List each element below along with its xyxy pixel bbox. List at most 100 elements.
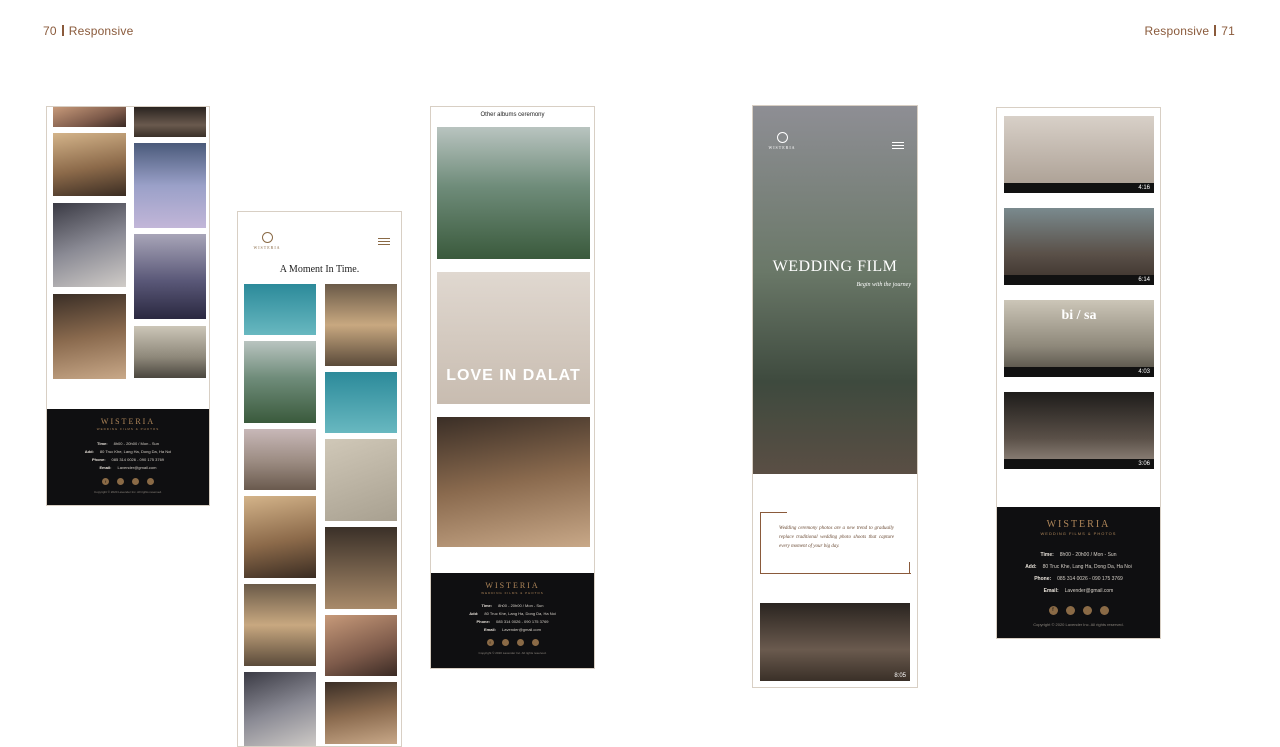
album-photo[interactable]: LOVE IN DALAT <box>437 272 590 404</box>
footer-phone: 085 314 0026 - 090 175 3769 <box>1057 576 1123 582</box>
facebook-icon[interactable]: f <box>1048 606 1058 615</box>
footer-brand: WISTERIA <box>485 581 540 590</box>
footer-brand: WISTERIA <box>100 417 156 426</box>
hamburger-menu-icon[interactable] <box>378 238 390 246</box>
section-heading: Other albums ceremony <box>480 112 545 118</box>
instagram-icon[interactable] <box>501 639 509 646</box>
video-overlay-title: bi / sa <box>1061 308 1097 323</box>
footer-tagline: WEDDING FILMS & PHOTOS <box>481 591 544 595</box>
mobile-mockup-gallery: WISTERIA WEDDING FILMS & PHOTOS Time: 8h0… <box>46 106 210 506</box>
gallery-photo[interactable] <box>53 203 126 287</box>
footer-time-label: Time: <box>97 441 108 446</box>
footer-phone-label: Phone: <box>91 457 106 462</box>
gallery-photo[interactable] <box>244 429 316 490</box>
footer-add-label: Add: <box>84 449 94 454</box>
footer-email: Lavender@gmail.com <box>117 465 157 470</box>
footer-address: 80 Truc Khe, Lang Ha, Dong Da, Ha Noi <box>484 611 556 616</box>
gallery-photo[interactable] <box>325 682 397 744</box>
album-photo[interactable] <box>437 127 590 259</box>
footer-copyright: Copyright © 2020 Lavender Inc. All right… <box>94 490 162 494</box>
footer-copyright: Copyright © 2020 Lavender Inc. All right… <box>1033 622 1124 627</box>
footer-time: 8h00 - 20h00 / Mon - Sun <box>113 441 159 446</box>
pinterest-icon[interactable] <box>1099 606 1109 615</box>
album-photo[interactable] <box>437 417 590 547</box>
hero-script: Begin with the journey <box>856 282 912 288</box>
gallery-photo[interactable] <box>134 234 206 319</box>
quote-box: Wedding ceremony photos are a new trend … <box>760 512 911 574</box>
video-thumbnail[interactable]: 6:14 <box>1004 208 1154 285</box>
footer-phone: 085 314 0026 - 090 175 3769 <box>111 457 165 462</box>
gallery-photo[interactable] <box>134 143 206 228</box>
footer-email: Lavender@gmail.com <box>1064 588 1114 594</box>
gallery-photo[interactable] <box>53 294 126 379</box>
logo-mark-icon <box>776 132 788 143</box>
footer-email-label: Email: <box>99 465 112 470</box>
album-overlay-title: LOVE IN DALAT <box>446 367 581 384</box>
footer-brand: WISTERIA <box>1046 519 1111 530</box>
video-duration: 6:14 <box>1138 277 1150 283</box>
site-footer: WISTERIA WEDDING FILMS & PHOTOS Time: 8h0… <box>47 409 209 505</box>
logo-text: WISTERIA <box>253 245 281 250</box>
gallery-photo[interactable] <box>53 107 126 127</box>
section-heading: A Moment In Time. <box>279 264 360 275</box>
footer-tagline: WEDDING FILMS & PHOTOS <box>1040 531 1117 536</box>
video-thumbnail[interactable]: 3:06 <box>1004 392 1154 469</box>
footer-address: 80 Truc Khe, Lang Ha, Dong Da, Ha Noi <box>1042 564 1132 570</box>
video-thumbnail[interactable]: 4:16 <box>1004 116 1154 193</box>
gallery-photo[interactable] <box>325 527 397 609</box>
gallery-photo[interactable] <box>325 372 397 433</box>
logo-mark-icon <box>261 232 273 243</box>
instagram-icon[interactable] <box>117 478 124 485</box>
footer-tagline: WEDDING FILMS & PHOTOS <box>96 427 160 431</box>
gallery-photo[interactable] <box>325 615 397 676</box>
mobile-mockup-wedding-film: WISTERIA WEDDING FILM Begin with the jou… <box>752 105 918 688</box>
footer-add-label: Add: <box>1025 564 1037 570</box>
site-logo[interactable]: WISTERIA <box>250 232 284 250</box>
youtube-icon[interactable] <box>516 639 524 646</box>
facebook-icon[interactable]: f <box>102 478 109 485</box>
gallery-photo[interactable] <box>53 133 126 196</box>
hamburger-menu-icon[interactable] <box>892 142 904 150</box>
quote-text: Wedding ceremony photos are a new trend … <box>779 526 894 549</box>
video-duration: 4:03 <box>1138 369 1150 375</box>
page-number-left: 70 Responsive <box>43 24 133 38</box>
site-footer: WISTERIA WEDDING FILMS & PHOTOS Time: 8h0… <box>431 573 594 668</box>
footer-phone: 085 314 0026 - 090 175 3769 <box>496 619 549 624</box>
site-logo[interactable]: WISTERIA <box>765 132 799 150</box>
pinterest-icon[interactable] <box>531 639 539 646</box>
youtube-icon[interactable] <box>132 478 139 485</box>
instagram-icon[interactable] <box>1065 606 1075 615</box>
gallery-photo[interactable] <box>244 284 316 335</box>
footer-copyright: Copyright © 2020 Lavender Inc. All right… <box>478 651 547 655</box>
footer-email: Lavender@gmail.com <box>502 627 541 632</box>
gallery-photo[interactable] <box>325 284 397 366</box>
hero-image: WISTERIA WEDDING FILM Begin with the jou… <box>753 106 917 474</box>
footer-time: 8h00 - 20h00 / Mon - Sun <box>498 603 544 608</box>
hero-title: WEDDING FILM <box>772 258 898 275</box>
gallery-photo[interactable] <box>134 326 206 378</box>
gallery-photo[interactable] <box>134 107 206 137</box>
mobile-mockup-moments: WISTERIA A Moment In Time. <box>237 211 402 747</box>
mobile-mockup-films: 4:16 6:14 bi / sa 4:03 3:06 WISTERIA WED… <box>996 107 1161 639</box>
video-thumbnail[interactable]: 8:05 <box>760 603 910 681</box>
youtube-icon[interactable] <box>1082 606 1092 615</box>
page-number: 71 <box>1221 24 1235 38</box>
site-footer: WISTERIA WEDDING FILMS & PHOTOS Time: 8h0… <box>997 507 1160 638</box>
footer-add-label: Add: <box>469 611 479 616</box>
gallery-photo[interactable] <box>244 584 316 666</box>
gallery-photo[interactable] <box>244 496 316 578</box>
page-label: Responsive <box>1144 24 1210 38</box>
footer-time-label: Time: <box>1040 552 1054 558</box>
footer-time-label: Time: <box>481 603 493 608</box>
footer-email-label: Email: <box>1043 588 1059 594</box>
gallery-photo[interactable] <box>325 439 397 521</box>
pinterest-icon[interactable] <box>147 478 154 485</box>
facebook-icon[interactable]: f <box>486 639 494 646</box>
gallery-photo[interactable] <box>244 341 316 423</box>
mobile-mockup-albums: Other albums ceremony LOVE IN DALAT WIST… <box>430 106 595 669</box>
gallery-photo[interactable] <box>244 672 316 746</box>
video-duration: 8:05 <box>894 673 906 679</box>
footer-phone-label: Phone: <box>476 619 491 624</box>
footer-address: 80 Truc Khe, Lang Ha, Dong Da, Ha Noi <box>99 449 172 454</box>
video-thumbnail[interactable]: bi / sa 4:03 <box>1004 300 1154 377</box>
